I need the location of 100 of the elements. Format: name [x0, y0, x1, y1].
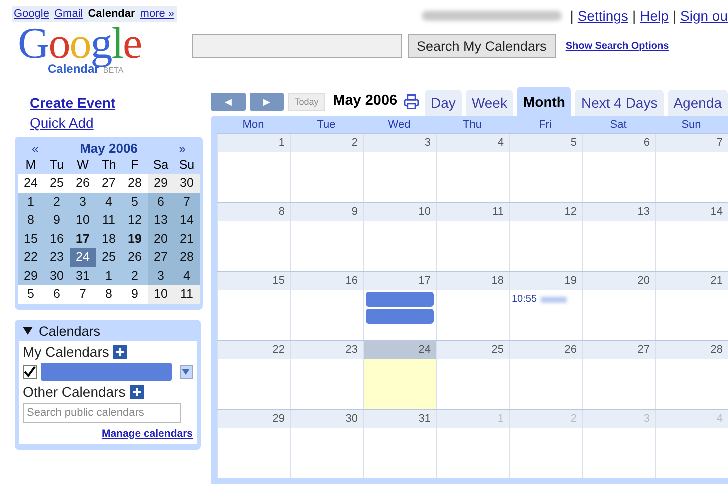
mini-calendar-day[interactable]: 17 [70, 230, 96, 248]
top-nav-link[interactable]: Google [14, 8, 50, 20]
day-cell[interactable]: 25 [436, 341, 509, 409]
day-cell[interactable]: 28 [655, 341, 728, 409]
day-cell[interactable]: 31 [363, 410, 436, 478]
day-cell[interactable]: 12 [509, 203, 582, 271]
mini-calendar-day[interactable]: 29 [148, 174, 174, 192]
mini-calendar-day[interactable]: 6 [44, 285, 70, 304]
mini-calendar-day[interactable]: 19 [122, 230, 148, 248]
mini-calendar-day[interactable]: 30 [44, 266, 70, 285]
view-tab[interactable]: Month [517, 87, 572, 116]
top-nav-link[interactable]: more » [140, 8, 175, 20]
search-options-link[interactable]: Show Search Options [566, 40, 670, 52]
add-icon[interactable] [113, 344, 128, 358]
mini-calendar-day[interactable]: 7 [174, 192, 200, 211]
mini-calendar-day[interactable]: 12 [122, 211, 148, 230]
mini-calendar-day[interactable]: 29 [18, 266, 44, 285]
mini-calendar-day[interactable]: 26 [70, 174, 96, 192]
view-tab[interactable]: Agenda [668, 90, 728, 116]
day-cell[interactable]: 16 [290, 272, 363, 340]
day-cell[interactable]: 23 [290, 341, 363, 409]
mini-calendar-day[interactable]: 30 [174, 174, 200, 192]
mini-calendar-day[interactable]: 2 [44, 192, 70, 211]
mini-calendar-day[interactable]: 9 [44, 211, 70, 230]
mini-calendar-day[interactable]: 11 [174, 285, 200, 304]
mini-calendar-day[interactable]: 4 [174, 266, 200, 285]
mini-calendar-day[interactable]: 13 [148, 211, 174, 230]
view-tab[interactable]: Next 4 Days [575, 90, 664, 116]
mini-calendar-day[interactable]: 21 [174, 230, 200, 248]
day-cell[interactable]: 19 10:55 [509, 272, 582, 340]
mini-calendar-day[interactable]: 28 [122, 174, 148, 192]
search-button[interactable]: Search My Calendars [408, 34, 556, 58]
day-cell[interactable]: 18 [436, 272, 509, 340]
day-cell[interactable]: 27 [582, 341, 655, 409]
mini-calendar-day[interactable]: 20 [148, 230, 174, 248]
day-cell[interactable]: 4 [436, 134, 509, 202]
mini-calendar-day[interactable]: 10 [148, 285, 174, 304]
day-cell[interactable]: 29 [217, 410, 290, 478]
mini-calendar-day[interactable]: 28 [174, 248, 200, 266]
mini-calendar-day[interactable]: 25 [96, 248, 122, 266]
search-field[interactable] [192, 34, 402, 58]
next-month-link[interactable]: » [179, 142, 186, 156]
day-cell[interactable]: 24 [363, 341, 436, 409]
mini-calendar-day[interactable]: 31 [70, 266, 96, 285]
day-cell[interactable]: 22 [217, 341, 290, 409]
day-cell[interactable]: 7 [655, 134, 728, 202]
day-cell[interactable]: 20 [582, 272, 655, 340]
account-link[interactable]: Settings [578, 8, 628, 24]
mini-calendar-day[interactable]: 26 [122, 248, 148, 266]
account-link[interactable]: Sign ou [680, 8, 728, 24]
mini-calendar-day[interactable]: 2 [122, 266, 148, 285]
day-cell[interactable]: 14 [655, 203, 728, 271]
day-cell[interactable]: 21 [655, 272, 728, 340]
day-cell[interactable]: 9 [290, 203, 363, 271]
view-tab[interactable]: Week [466, 90, 514, 116]
top-nav-link[interactable]: Calendar [88, 8, 136, 20]
mini-calendar-day[interactable]: 27 [96, 174, 122, 192]
mini-calendar-day[interactable]: 5 [18, 285, 44, 304]
account-link[interactable]: Help [640, 8, 669, 24]
day-cell[interactable]: 15 [217, 272, 290, 340]
mini-calendar-day[interactable]: 25 [44, 174, 70, 192]
day-cell[interactable]: 13 [582, 203, 655, 271]
mini-calendar-day[interactable]: 8 [18, 211, 44, 230]
day-cell[interactable]: 30 [290, 410, 363, 478]
mini-calendar-day[interactable]: 5 [122, 192, 148, 211]
mini-calendar-day[interactable]: 24 [70, 248, 96, 266]
mini-calendar-day[interactable]: 10 [70, 211, 96, 230]
event-time[interactable]: 10:55 [512, 294, 538, 305]
dropdown-icon[interactable] [180, 364, 193, 378]
top-nav-link[interactable]: Gmail [54, 8, 84, 20]
day-cell[interactable]: 6 [582, 134, 655, 202]
mini-calendar-day[interactable]: 15 [18, 230, 44, 248]
mini-calendar-day[interactable]: 27 [148, 248, 174, 266]
mini-calendar-day[interactable]: 11 [96, 211, 122, 230]
day-cell[interactable]: 3 [363, 134, 436, 202]
day-cell[interactable]: 26 [509, 341, 582, 409]
mini-calendar-day[interactable]: 6 [148, 192, 174, 211]
mini-calendar-day[interactable]: 3 [70, 192, 96, 211]
day-cell[interactable]: 10 [363, 203, 436, 271]
mini-calendar-day[interactable]: 16 [44, 230, 70, 248]
quick-add-link[interactable]: Quick Add [30, 115, 94, 131]
day-cell[interactable]: 5 [509, 134, 582, 202]
day-cell[interactable]: 1 [217, 134, 290, 202]
manage-calendars-link[interactable]: Manage calendars [102, 428, 193, 440]
printer-icon[interactable] [404, 94, 420, 110]
mini-calendar-day[interactable]: 9 [122, 285, 148, 304]
mini-calendar-day[interactable]: 1 [18, 192, 44, 211]
day-cell[interactable]: 11 [436, 203, 509, 271]
add-icon[interactable] [130, 384, 144, 398]
mini-calendar-day[interactable]: 22 [18, 248, 44, 266]
view-tab[interactable]: Day [425, 90, 462, 116]
public-calendar-search-field[interactable]: Search public calendars [23, 402, 181, 422]
prev-month-link[interactable]: « [32, 142, 39, 156]
mini-calendar-day[interactable]: 7 [70, 285, 96, 304]
mini-calendar-day[interactable]: 14 [174, 211, 200, 230]
day-cell[interactable]: 2 [290, 134, 363, 202]
mini-calendar-day[interactable]: 4 [96, 192, 122, 211]
mini-calendar-day[interactable]: 18 [96, 230, 122, 248]
mini-calendar-day[interactable]: 8 [96, 285, 122, 304]
calendars-toggle[interactable]: Calendars [19, 324, 101, 340]
